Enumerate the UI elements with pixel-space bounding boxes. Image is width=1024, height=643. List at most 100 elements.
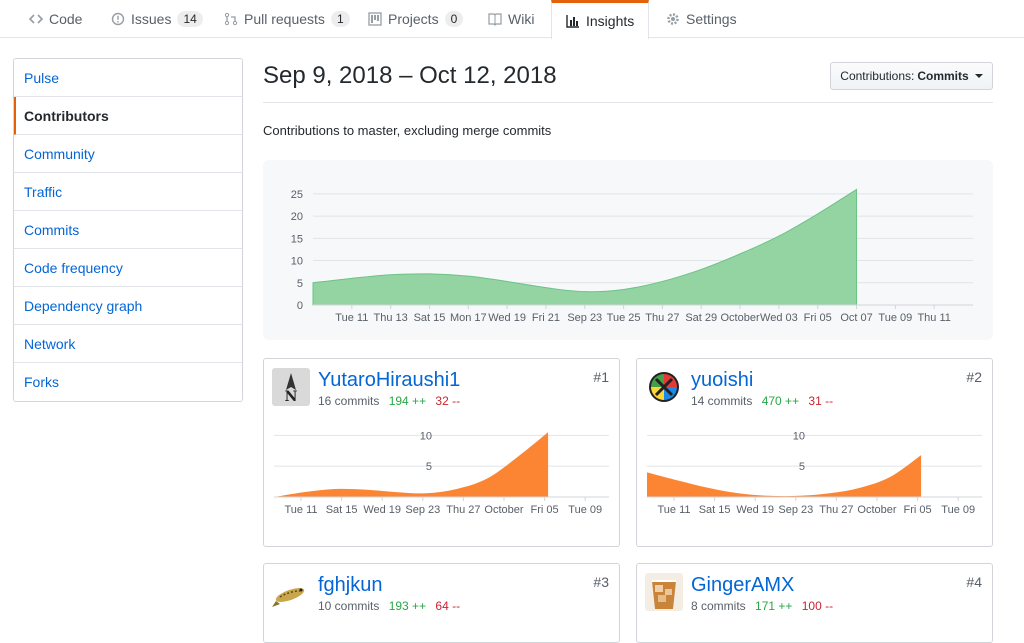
- sidebar-item-forks[interactable]: Forks: [14, 363, 242, 401]
- commit-count-link[interactable]: 8 commits: [691, 599, 746, 613]
- issues-counter: 14: [177, 11, 203, 27]
- header-divider: [263, 102, 993, 103]
- sidebar-item-pulse[interactable]: Pulse: [14, 59, 242, 97]
- commits-area-series: [312, 188, 858, 306]
- tab-wiki[interactable]: Wiki: [474, 0, 548, 38]
- contributor-graph: 5 10 Tue 11 Sat 15 Wed 19 Sep 23 Thu 27 October…: [637, 415, 992, 545]
- contributor-stats: 8 commits 171 ++ 100 --: [691, 599, 833, 613]
- project-icon: [368, 12, 382, 26]
- sidebar-item-contributors[interactable]: Contributors: [14, 97, 242, 135]
- contributor-rank: #2: [966, 369, 982, 385]
- contributions-dropdown-button[interactable]: Contributions: Commits: [830, 62, 993, 90]
- contributor-name-link[interactable]: GingerAMX: [691, 574, 794, 597]
- contributor-card-header: fghjkun 10 commits 193 ++ 64 -- #3: [264, 564, 619, 620]
- tab-label: Projects: [388, 11, 439, 27]
- contributor-rank: #4: [966, 574, 982, 590]
- commit-count-link[interactable]: 10 commits: [318, 599, 379, 613]
- deletions-count: 31 --: [808, 394, 834, 408]
- x-tick-label: Sat 15: [699, 504, 731, 516]
- additions-count: 470 ++: [761, 394, 800, 408]
- commit-count-link[interactable]: 16 commits: [318, 394, 379, 408]
- contributions-graph: 0 5 10 15 20 25 Tue 11 Thu 13 Sat 15 Mon 17 Wed 19…: [263, 160, 993, 340]
- dropdown-value: Commits: [917, 69, 969, 83]
- x-tick-label: Fri 21: [532, 312, 560, 324]
- contributor-card: fghjkun 10 commits 193 ++ 64 -- #3: [263, 563, 620, 643]
- x-tick-label: Fri 05: [904, 504, 932, 516]
- additions-count: 193 ++: [388, 599, 427, 613]
- x-tick-label: Tue 11: [284, 504, 317, 516]
- contributor-card: N YutaroHiraushi1 16 commits 194 ++ 32 -…: [263, 358, 620, 547]
- x-tick-label: Sep 23: [778, 504, 813, 516]
- tab-projects[interactable]: Projects 0: [354, 0, 477, 38]
- sidebar-item-network[interactable]: Network: [14, 325, 242, 363]
- sidebar-item-commits[interactable]: Commits: [14, 211, 242, 249]
- contributor-name-link[interactable]: yuoishi: [691, 369, 753, 392]
- contributor-stats: 14 commits 470 ++ 31 --: [691, 394, 833, 408]
- y-tick-label: 10: [793, 430, 805, 442]
- x-tick-label: Sep 23: [567, 312, 602, 324]
- x-tick-label: October: [720, 312, 759, 324]
- contributor-card: yuoishi 14 commits 470 ++ 31 -- #2 5 10 Tu…: [636, 358, 993, 547]
- contributor-name-link[interactable]: YutaroHiraushi1: [318, 369, 460, 392]
- sidebar-item-dependency-graph[interactable]: Dependency graph: [14, 287, 242, 325]
- x-tick-label: Fri 05: [531, 504, 559, 516]
- y-tick-label: 10: [291, 256, 303, 268]
- x-tick-label: Sat 15: [326, 504, 358, 516]
- tab-label: Issues: [131, 11, 172, 27]
- gear-icon: [667, 13, 679, 25]
- tab-insights[interactable]: Insights: [551, 0, 650, 39]
- fish-avatar-icon[interactable]: [272, 573, 310, 611]
- deletions-count: 64 --: [435, 599, 461, 613]
- x-tick-label: Thu 11: [917, 312, 950, 324]
- y-tick-label: 20: [291, 211, 303, 223]
- x-tick-label: October: [857, 504, 896, 516]
- x-tick-label: Sep 23: [405, 504, 440, 516]
- x-tick-label: Thu 27: [645, 312, 679, 324]
- circle-avatar-icon[interactable]: [645, 368, 683, 406]
- x-tick-label: Tue 11: [657, 504, 690, 516]
- projects-counter: 0: [444, 11, 464, 27]
- x-tick-label: Tue 11: [335, 312, 368, 324]
- y-tick-label: 10: [420, 430, 432, 442]
- tab-label: Pull requests: [244, 11, 325, 27]
- x-tick-label: October: [484, 504, 523, 516]
- contributions-graph-svg: 0 5 10 15 20 25 Tue 11 Thu 13 Sat 15 Mon 17 Wed 19…: [291, 188, 973, 324]
- tab-label: Insights: [586, 13, 635, 29]
- book-icon: [488, 13, 502, 26]
- x-tick-label: Tue 25: [607, 312, 641, 324]
- svg-text:N: N: [285, 389, 298, 405]
- issue-icon: [111, 12, 125, 26]
- y-tick-label: 5: [297, 278, 303, 290]
- compass-avatar-icon[interactable]: N: [272, 368, 310, 406]
- contributor-graph-svg: 5 10 Tue 11 Sat 15 Wed 19 Sep 23 Thu 27 October…: [274, 430, 609, 516]
- contributor-area-series: [647, 455, 922, 497]
- sidebar-item-community[interactable]: Community: [14, 135, 242, 173]
- drink-avatar-icon[interactable]: [645, 573, 683, 611]
- tab-label: Code: [49, 11, 83, 27]
- sidebar-item-traffic[interactable]: Traffic: [14, 173, 242, 211]
- contributor-graph: 5 10 Tue 11 Sat 15 Wed 19 Sep 23 Thu 27 October…: [264, 415, 619, 545]
- x-tick-label: Tue 09: [941, 504, 975, 516]
- sidebar-item-code-frequency[interactable]: Code frequency: [14, 249, 242, 287]
- commit-count-link[interactable]: 14 commits: [691, 394, 752, 408]
- contributor-card-header: N YutaroHiraushi1 16 commits 194 ++ 32 -…: [264, 359, 619, 415]
- graph-icon: [566, 15, 579, 28]
- tab-issues[interactable]: Issues 14: [97, 0, 217, 38]
- tab-code[interactable]: Code: [15, 0, 96, 38]
- x-tick-label: Fri 05: [804, 312, 832, 324]
- contributor-card: GingerAMX 8 commits 171 ++ 100 -- #4: [636, 563, 993, 643]
- dropdown-prefix: Contributions:: [840, 69, 915, 83]
- contributions-subtitle: Contributions to master, excluding merge…: [263, 123, 552, 138]
- contributor-area-series: [274, 432, 549, 497]
- additions-count: 194 ++: [388, 394, 427, 408]
- contributor-rank: #3: [593, 574, 609, 590]
- contributor-stats: 16 commits 194 ++ 32 --: [318, 394, 460, 408]
- contributor-card-header: GingerAMX 8 commits 171 ++ 100 -- #4: [637, 564, 992, 620]
- x-tick-label: Wed 03: [760, 312, 798, 324]
- y-tick-label: 5: [426, 461, 432, 473]
- contributor-name-link[interactable]: fghjkun: [318, 574, 383, 597]
- x-tick-label: Wed 19: [363, 504, 401, 516]
- tab-settings[interactable]: Settings: [652, 0, 751, 38]
- tab-pull-requests[interactable]: Pull requests 1: [210, 0, 364, 38]
- deletions-count: 32 --: [435, 394, 461, 408]
